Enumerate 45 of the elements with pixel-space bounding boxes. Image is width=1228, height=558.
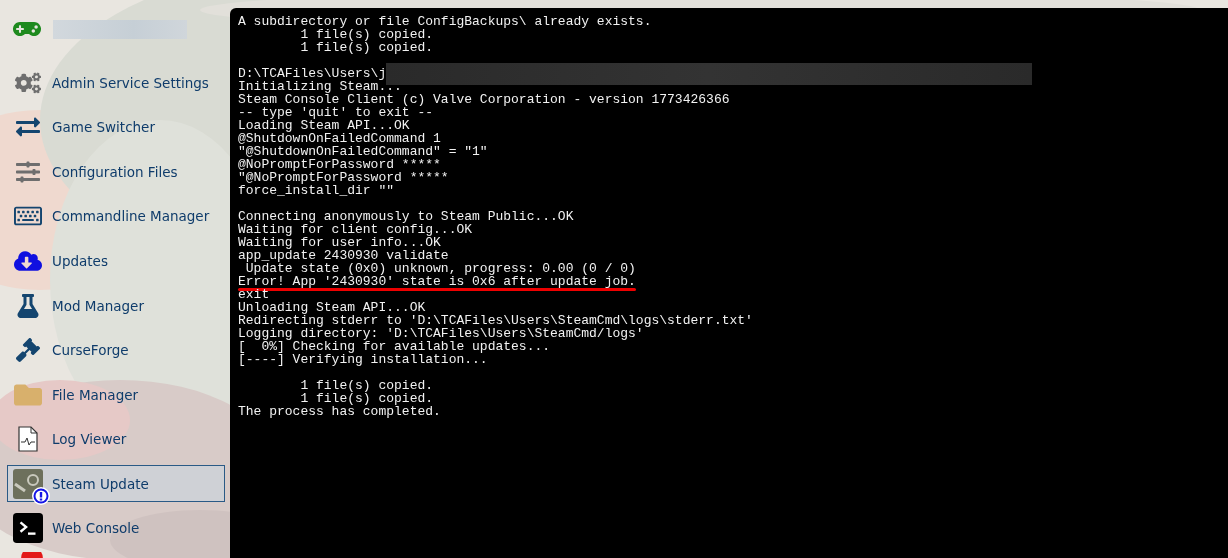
console-line: @NoPromptForPassword ***** <box>238 158 441 171</box>
console-line: Steam Console Client (c) Valve Corporation - version 1773426366 <box>238 93 730 106</box>
sidebar-item[interactable]: Steam Update <box>7 464 225 503</box>
sidebar-item[interactable]: File Manager <box>7 375 225 414</box>
partial-icon <box>21 552 43 558</box>
console-line: app_update 2430930 validate <box>238 249 449 262</box>
console-line: Waiting for user info...OK <box>238 236 441 249</box>
console-line: Logging directory: 'D:\TCAFiles\Users\SteamCmd/logs' <box>238 327 644 340</box>
console-line: 1 file(s) copied. <box>299 41 434 54</box>
sidebar-item[interactable]: CurseForge <box>7 331 225 369</box>
terminal-icon <box>13 512 43 545</box>
sidebar-item[interactable]: Admin Service Settings <box>7 64 225 102</box>
log-file-icon <box>17 426 39 453</box>
sidebar-item[interactable]: Commandline Manager <box>7 197 225 236</box>
sidebar-item[interactable]: Configuration Files <box>7 153 225 191</box>
sidebar-item[interactable]: Log Viewer <box>7 420 225 458</box>
console-line: Loading Steam API...OK <box>238 119 410 132</box>
console-line: D:\TCAFiles\Users\j <box>238 67 387 80</box>
console-line: Update state (0x0) unknown, progress: 0.00 (0 / 0) <box>245 262 636 275</box>
console-line: [ 0%] Checking for available updates... <box>238 340 551 353</box>
console-line: A subdirectory or file ConfigBackups\ already exists. <box>238 15 652 28</box>
console-line: "@NoPromptForPassword ***** <box>238 171 449 184</box>
sidebar-item[interactable]: Game Switcher <box>7 108 225 147</box>
console-line: Unloading Steam API...OK <box>238 301 426 314</box>
console-line: force_install_dir "" <box>238 184 395 197</box>
console-line: 1 file(s) copied. <box>299 379 434 392</box>
sidebar-item[interactable]: Web Console <box>7 509 225 547</box>
sidebar-item[interactable]: Updates <box>7 242 225 280</box>
console-line: Redirecting stderr to 'D:\TCAFiles\Users\SteamCmd\logs\stderr.txt' <box>238 314 753 327</box>
console-line: [----] Verifying installation... <box>238 353 488 366</box>
flask-icon <box>16 293 40 318</box>
console-line: Connecting anonymously to Steam Public...OK <box>238 210 574 223</box>
console-line: The process has completed. <box>238 405 441 418</box>
console-line: "@ShutdownOnFailedCommand" = "1" <box>238 145 488 158</box>
console-line: Waiting for client config...OK <box>238 223 473 236</box>
console-line: 1 file(s) copied. <box>299 392 434 405</box>
sidebar-item[interactable]: Mod Manager <box>7 286 225 325</box>
console-line: @ShutdownOnFailedCommand 1 <box>238 132 441 145</box>
console-line: 1 file(s) copied. <box>300 28 434 41</box>
console-line: -- type 'quit' to exit -- <box>238 106 434 119</box>
console-line: Error! App '2430930' state is 0x6 after update job. <box>238 275 636 288</box>
console-line: exit <box>238 288 270 301</box>
console-line: Initializing Steam... <box>238 80 402 93</box>
sliders-icon <box>16 159 40 184</box>
gavel-icon <box>16 338 40 363</box>
